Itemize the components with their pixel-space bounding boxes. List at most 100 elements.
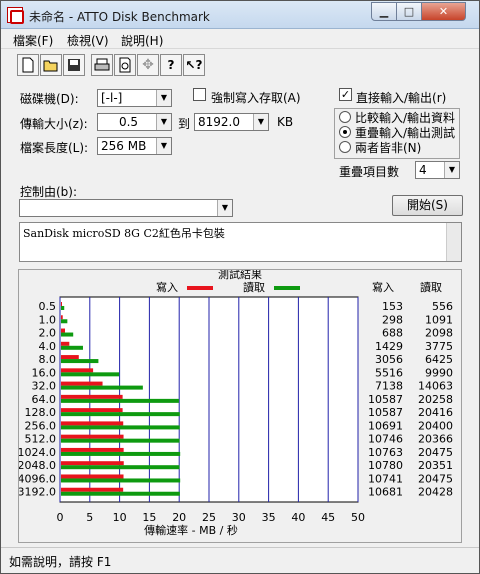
read-value: 20428 xyxy=(418,486,453,499)
read-value: 556 xyxy=(432,300,453,313)
open-button[interactable] xyxy=(40,54,62,76)
bar-read xyxy=(61,412,180,417)
read-value: 9990 xyxy=(425,366,453,379)
description-text: SanDisk microSD 8G C2紅色吊卡包裝 xyxy=(23,227,225,240)
x-tick-label: 15 xyxy=(142,511,156,524)
menu-file[interactable]: 檔案(F) xyxy=(13,32,53,49)
read-value: 1091 xyxy=(425,313,453,326)
to-label: 到 xyxy=(178,117,191,131)
write-value: 10587 xyxy=(368,406,403,419)
category-label: 2.0 xyxy=(39,327,57,340)
save-button[interactable] xyxy=(63,54,85,76)
bar-read xyxy=(61,465,180,470)
bar-read xyxy=(61,306,65,310)
write-value: 10691 xyxy=(368,419,403,432)
print-button[interactable] xyxy=(91,54,113,76)
queue-depth-select[interactable]: 4 ▼ xyxy=(415,161,460,179)
write-value: 10746 xyxy=(368,433,403,446)
write-value: 10681 xyxy=(368,486,403,499)
bar-write xyxy=(61,341,70,346)
bar-read xyxy=(61,451,181,456)
x-tick-label: 5 xyxy=(86,511,93,524)
title-bar: 未命名 - ATTO Disk Benchmark ▁ □ ✕ xyxy=(1,1,479,29)
bar-read xyxy=(61,332,74,337)
bar-read xyxy=(61,372,120,377)
radio-overlap[interactable] xyxy=(339,126,351,138)
print-preview-icon xyxy=(119,57,131,73)
category-label: 4096.0 xyxy=(19,472,56,485)
transfer-to-select[interactable]: 8192.0 ▼ xyxy=(194,113,269,131)
maximize-icon: □ xyxy=(403,5,415,18)
chevron-down-icon: ▼ xyxy=(217,200,232,216)
close-icon: ✕ xyxy=(438,5,449,18)
file-length-value: 256 MB xyxy=(101,139,147,153)
context-help-icon: ↖? xyxy=(185,58,203,72)
x-tick-label: 25 xyxy=(202,511,216,524)
direct-io-checkbox[interactable]: ✓ xyxy=(339,88,352,101)
context-help-button[interactable]: ↖? xyxy=(183,54,205,76)
x-tick-label: 30 xyxy=(232,511,246,524)
transfer-from-select[interactable]: 0.5 ▼ xyxy=(97,113,172,131)
menu-help[interactable]: 說明(H) xyxy=(121,32,163,49)
description-textarea[interactable]: SanDisk microSD 8G C2紅色吊卡包裝 xyxy=(19,222,462,262)
description-scrollbar[interactable] xyxy=(446,223,461,261)
bar-read xyxy=(61,319,68,324)
category-label: 2048.0 xyxy=(19,459,56,472)
app-window: 未命名 - ATTO Disk Benchmark ▁ □ ✕ 檔案(F) 檢視… xyxy=(0,0,480,574)
status-text: 如需說明，請按 F1 xyxy=(9,555,112,569)
results-panel: 測試結果 寫入 讀取 0 5 10 15 20 25 30 35 40 45 50 傳輸速率 - MB / … xyxy=(18,267,462,543)
drive-select[interactable]: [-l-] ▼ xyxy=(97,89,172,107)
bar-read xyxy=(61,425,180,430)
write-value: 298 xyxy=(382,313,403,326)
print-icon xyxy=(94,58,110,71)
bar-write xyxy=(61,368,94,373)
save-icon xyxy=(68,59,80,71)
x-tick-label: 35 xyxy=(262,511,276,524)
transfer-from-value: 0.5 xyxy=(118,115,139,129)
radio-neither[interactable] xyxy=(339,141,351,153)
read-value: 20475 xyxy=(418,472,453,485)
bar-read xyxy=(61,478,181,483)
column-header-read: 讀取 xyxy=(420,280,442,294)
drive-label: 磁碟機(D): xyxy=(20,92,79,106)
radio-compare[interactable] xyxy=(339,111,351,123)
move-button[interactable]: ✥ xyxy=(137,54,159,76)
drive-value: [-l-] xyxy=(101,91,123,105)
bar-write xyxy=(61,408,123,413)
write-value: 10587 xyxy=(368,393,403,406)
bar-read xyxy=(61,438,180,443)
read-value: 20258 xyxy=(418,393,453,406)
legend-read-label: 讀取 xyxy=(243,280,265,294)
bar-write xyxy=(61,328,66,333)
category-label: 3192.0 xyxy=(19,486,56,499)
category-label: 32.0 xyxy=(32,380,57,393)
control-select[interactable]: ▼ xyxy=(19,199,233,217)
bar-write xyxy=(61,394,123,399)
window-title: 未命名 - ATTO Disk Benchmark xyxy=(29,10,210,24)
read-value: 20475 xyxy=(418,446,453,459)
help-button[interactable]: ? xyxy=(160,54,182,76)
close-button[interactable]: ✕ xyxy=(421,2,466,21)
print-preview-button[interactable] xyxy=(114,54,136,76)
x-tick-label: 50 xyxy=(351,511,365,524)
bar-read xyxy=(61,398,179,403)
bar-write xyxy=(61,434,124,439)
write-value: 10763 xyxy=(368,446,403,459)
file-length-select[interactable]: 256 MB ▼ xyxy=(97,137,172,155)
menu-view[interactable]: 檢視(V) xyxy=(67,32,109,49)
category-label: 1.0 xyxy=(39,313,57,326)
app-icon xyxy=(7,7,24,24)
write-value: 7138 xyxy=(375,380,403,393)
bar-write xyxy=(61,381,103,386)
minimize-button[interactable]: ▁ xyxy=(371,2,397,21)
start-button[interactable]: 開始(S) xyxy=(392,195,463,216)
file-length-label: 檔案長度(L): xyxy=(20,141,89,155)
new-button[interactable] xyxy=(17,54,39,76)
maximize-button[interactable]: □ xyxy=(396,2,422,21)
open-icon xyxy=(43,60,58,72)
force-write-checkbox[interactable] xyxy=(193,88,206,101)
category-label: 0.5 xyxy=(39,300,57,313)
read-value: 6425 xyxy=(425,353,453,366)
bar-read xyxy=(61,385,143,390)
write-value: 153 xyxy=(382,300,403,313)
